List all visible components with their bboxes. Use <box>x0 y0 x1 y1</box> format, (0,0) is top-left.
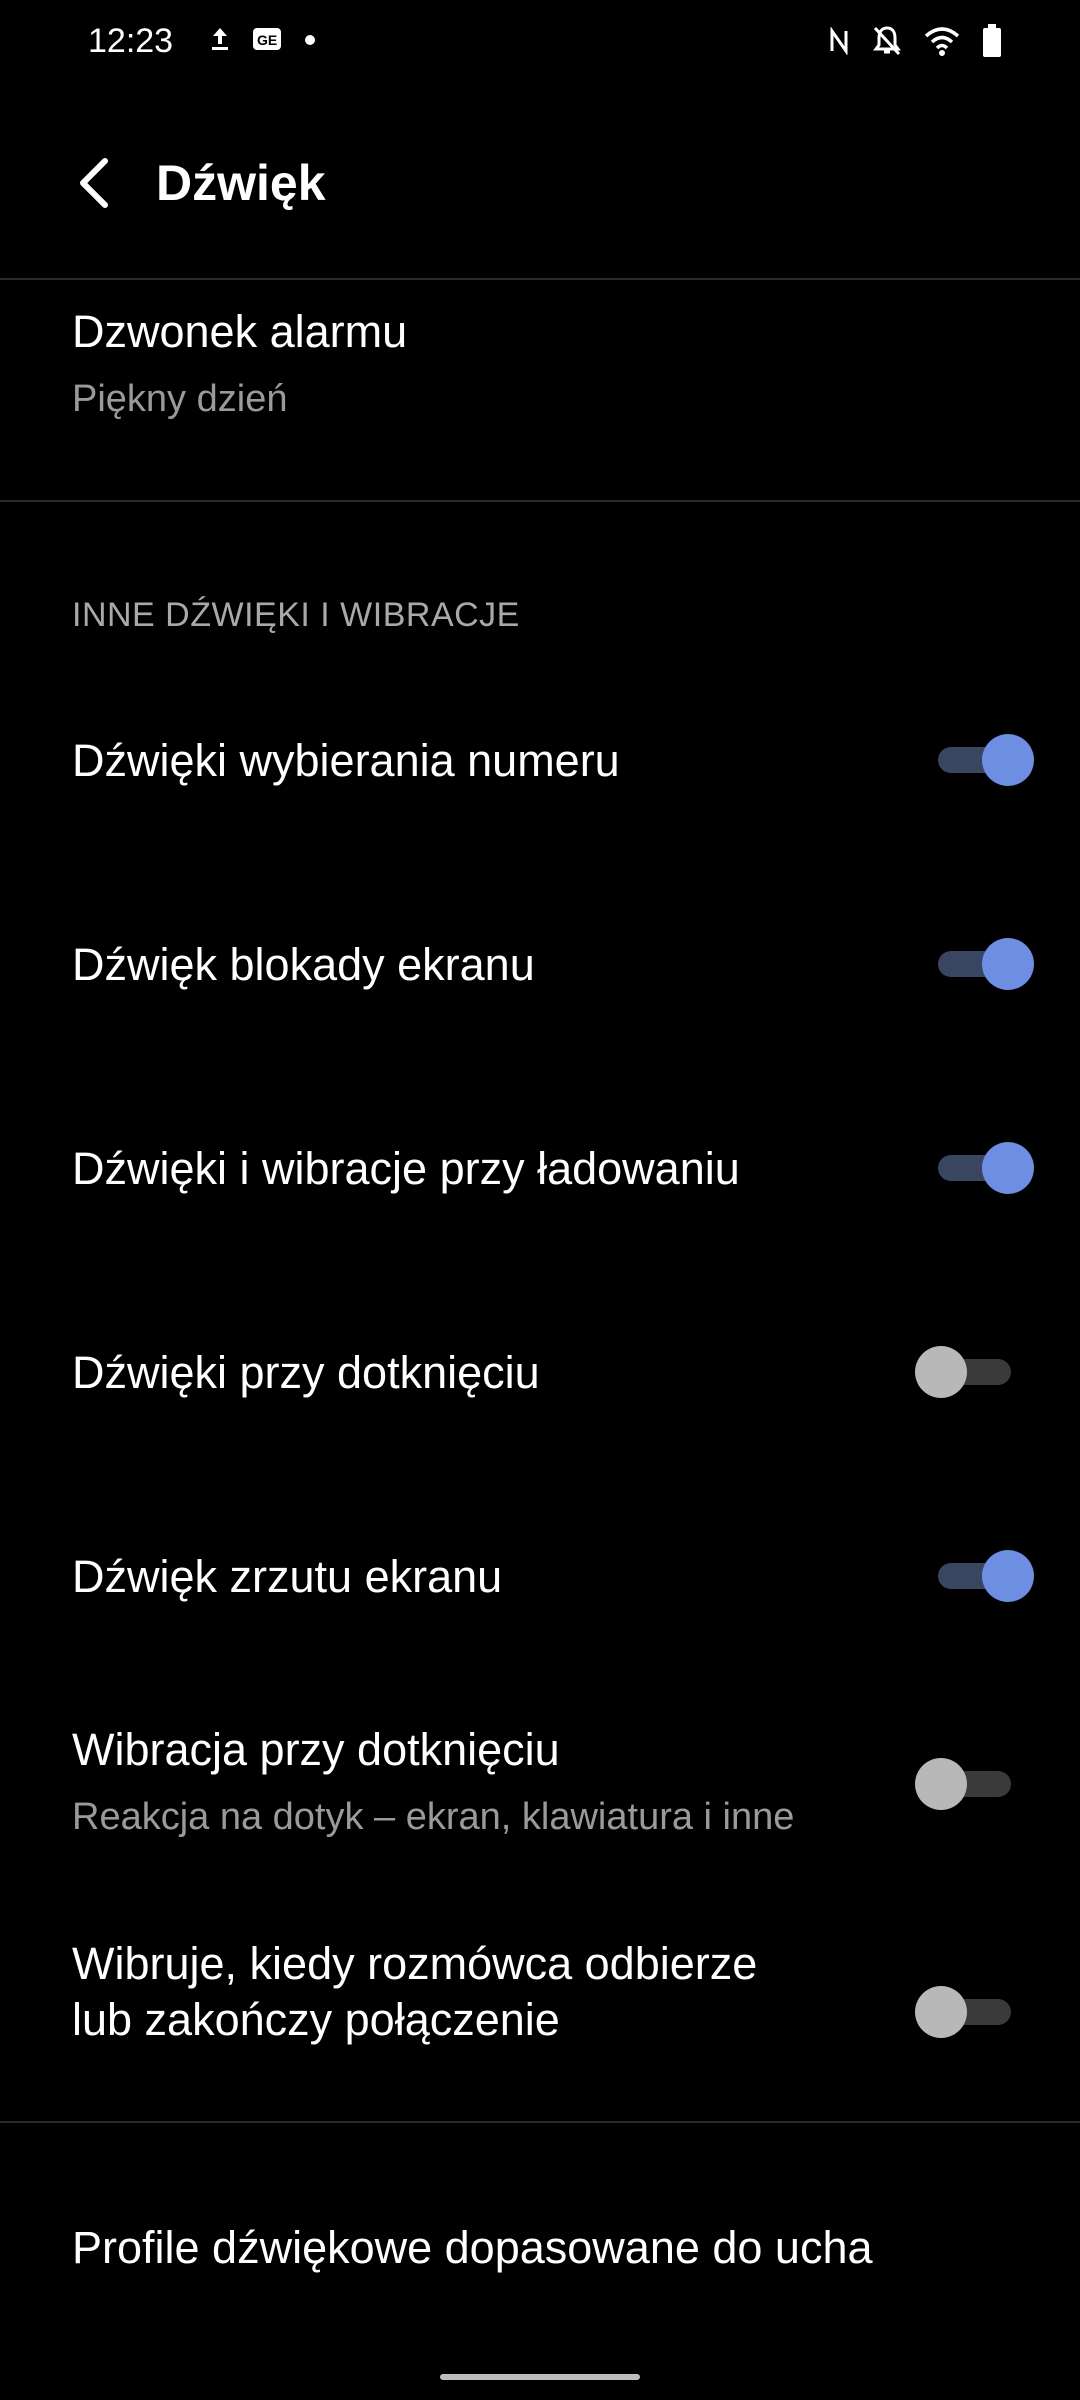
touch-vibration-toggle[interactable] <box>915 1758 1011 1810</box>
call-vibration-toggle[interactable] <box>915 1986 1011 2038</box>
call-vibration-label-line2: lub zakończy połączenie <box>72 1994 560 2045</box>
touch-sounds-label: Dźwięki przy dotknięciu <box>72 1347 540 1398</box>
dial-pad-tones-item[interactable]: Dźwięki wybierania numeru <box>0 680 1080 840</box>
upload-icon <box>210 26 230 57</box>
section-header: INNE DŹWIĘKI I WIBRACJE <box>72 596 520 634</box>
dial-pad-tones-toggle[interactable] <box>938 734 1034 786</box>
alarm-ringtone-title: Dzwonek alarmu <box>72 306 408 357</box>
charging-sounds-toggle[interactable] <box>938 1142 1034 1194</box>
screen-lock-sound-item[interactable]: Dźwięk blokady ekranu <box>0 884 1080 1044</box>
touch-vibration-label: Wibracja przy dotknięciu <box>72 1724 560 1775</box>
back-button[interactable] <box>60 150 130 220</box>
charging-sounds-item[interactable]: Dźwięki i wibracje przy ładowaniu <box>0 1088 1080 1248</box>
dial-pad-tones-label: Dźwięki wybierania numeru <box>72 735 620 786</box>
screen-lock-sound-toggle[interactable] <box>938 938 1034 990</box>
touch-sounds-toggle[interactable] <box>915 1346 1011 1398</box>
divider <box>0 2121 1080 2123</box>
touch-sounds-item[interactable]: Dźwięki przy dotknięciu <box>0 1292 1080 1452</box>
touch-vibration-description: Reakcja na dotyk – ekran, klawiatura i i… <box>72 1796 795 1838</box>
bell-off-icon <box>872 25 902 62</box>
screen-lock-sound-label: Dźwięk blokady ekranu <box>72 939 535 990</box>
screenshot-sound-label: Dźwięk zrzutu ekranu <box>72 1551 503 1602</box>
battery-icon <box>982 24 1002 63</box>
divider <box>0 500 1080 502</box>
ear-sound-profiles-item[interactable]: Profile dźwiękowe dopasowane do ucha <box>0 2180 1080 2330</box>
home-indicator[interactable] <box>440 2374 640 2380</box>
back-arrow-icon <box>75 157 115 214</box>
page-title: Dźwięk <box>156 155 326 211</box>
status-bar: 12:23 GE <box>0 0 1080 90</box>
call-vibration-label-line1: Wibruje, kiedy rozmówca odbierze <box>72 1938 758 1989</box>
gallery-icon: GE <box>252 26 282 57</box>
screenshot-sound-item[interactable]: Dźwięk zrzutu ekranu <box>0 1496 1080 1656</box>
wifi-icon <box>924 26 960 61</box>
call-vibration-item[interactable]: Wibruje, kiedy rozmówca odbierze lub zak… <box>0 1920 1080 2120</box>
status-time: 12:23 <box>88 22 174 60</box>
ear-sound-profiles-label: Profile dźwiękowe dopasowane do ucha <box>72 2222 873 2273</box>
screenshot-sound-toggle[interactable] <box>938 1550 1034 1602</box>
app-bar: Dźwięk <box>0 130 1080 240</box>
touch-vibration-item[interactable]: Wibracja przy dotknięciu Reakcja na doty… <box>0 1700 1080 1880</box>
alarm-ringtone-value: Piękny dzień <box>72 378 288 420</box>
svg-text:GE: GE <box>257 32 277 48</box>
dot-icon <box>304 33 316 51</box>
alarm-ringtone-item[interactable]: Dzwonek alarmu Piękny dzień <box>0 280 1080 500</box>
charging-sounds-label: Dźwięki i wibracje przy ładowaniu <box>72 1143 740 1194</box>
nfc-icon <box>828 26 850 60</box>
